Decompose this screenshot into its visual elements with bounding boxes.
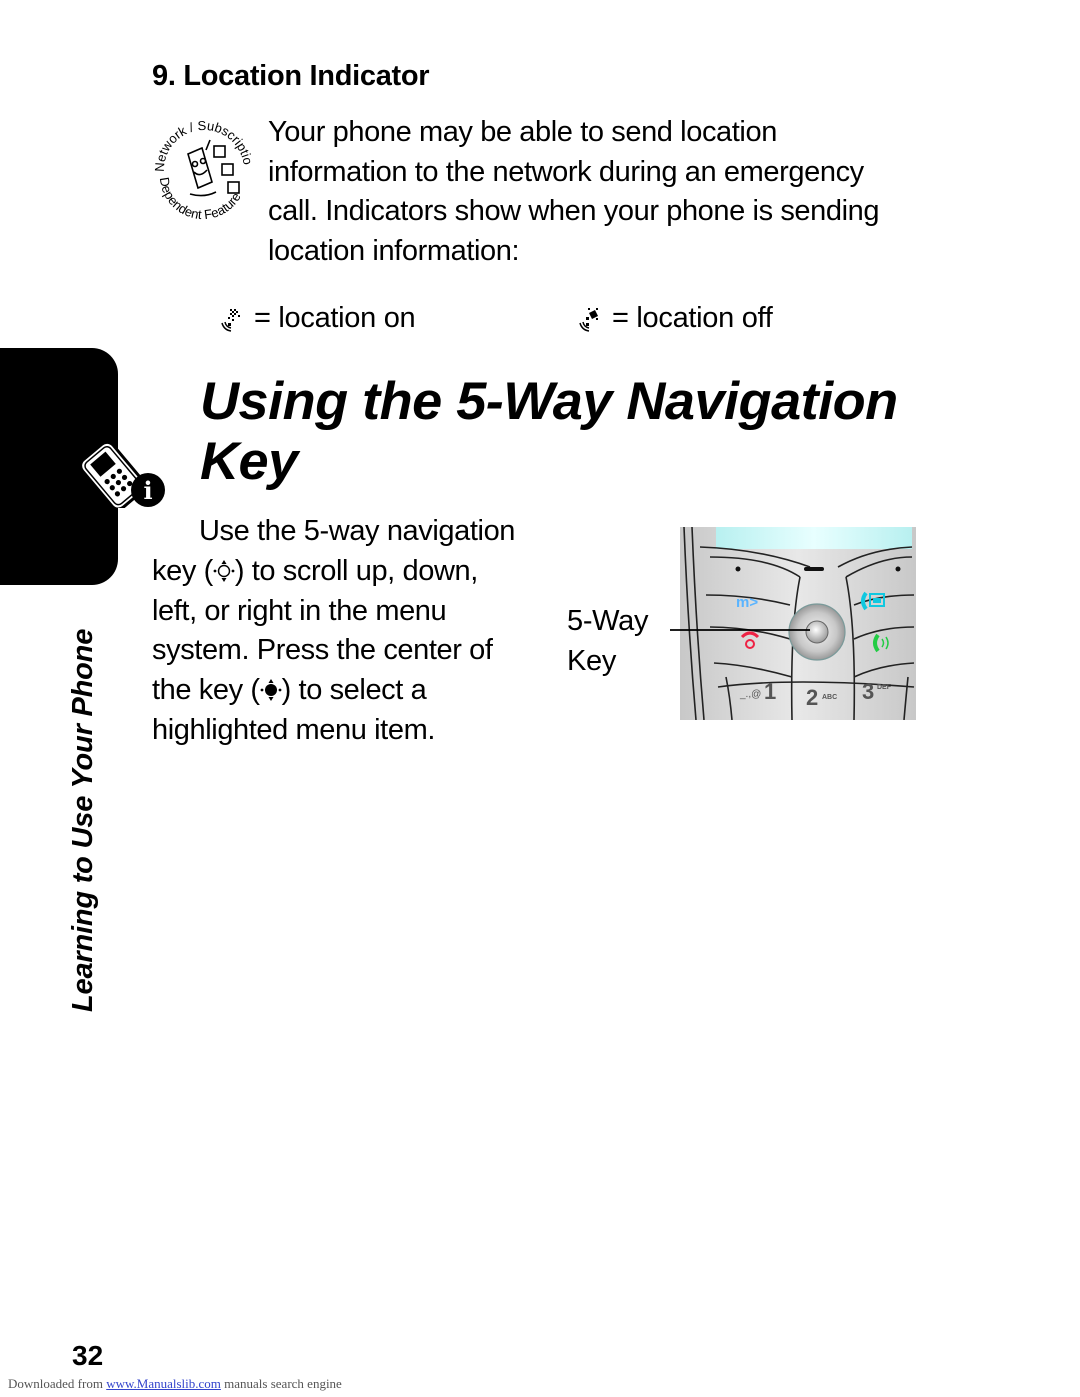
footer-suffix: manuals search engine	[220, 1376, 342, 1391]
five-way-key-callout: 5-Way Key	[567, 602, 649, 681]
svg-text:i: i	[143, 476, 152, 505]
nav-key-center	[805, 620, 829, 644]
footer-prefix: Downloaded from	[8, 1376, 107, 1391]
callout-line: 5-Way	[567, 605, 649, 637]
intro-line: Your phone may be able to send location	[268, 116, 777, 148]
nav-key-scroll-icon	[213, 559, 235, 582]
body-line: system. Press the center of	[152, 634, 493, 667]
key-2-sub: ABC	[822, 694, 837, 701]
legend-location-off: = location off	[576, 302, 773, 335]
phone-keypad-illustration: m> _.,@ 1 2 ABC 3 DEF	[670, 527, 916, 720]
body-line: left, or right in the menu	[152, 594, 447, 627]
body-line: highlighted menu item.	[152, 713, 435, 746]
title-line: Using the 5-Way Navigation	[200, 372, 898, 431]
key-3-label: 3	[862, 679, 874, 704]
body-line: Use the 5-way navigation	[199, 515, 516, 547]
legend-label: = location off	[612, 302, 773, 334]
key-1-sub: _.,@	[739, 689, 761, 700]
page-number: 32	[72, 1340, 104, 1371]
download-footer: Downloaded from www.Manualslib.com manua…	[8, 1376, 342, 1392]
page-title: Using the 5-Way Navigation Key	[200, 372, 975, 492]
legend-label: = location on	[254, 302, 416, 334]
svg-text:Dependent Feature: Dependent Feature	[157, 176, 244, 222]
network-subscription-dependent-feature-icon: Network / Subscription Dependent Feature	[150, 112, 256, 222]
phone-info-icon: i	[79, 432, 165, 508]
body-text-fragment: ) to scroll up, down,	[234, 554, 478, 587]
location-off-icon	[579, 307, 598, 332]
body-line: the key ( ) to select a	[152, 671, 552, 711]
chapter-side-caption: Learning to Use Your Phone	[67, 628, 99, 1012]
title-line: Key	[200, 432, 298, 491]
intro-line: location information:	[268, 234, 520, 267]
menu-key-label: m>	[736, 594, 758, 611]
manualslib-link[interactable]: www.Manualslib.com	[106, 1376, 221, 1391]
legend-location-on: = location on	[218, 302, 416, 335]
body-text-fragment: key (	[152, 554, 213, 587]
intro-line: information to the network during an eme…	[268, 155, 864, 188]
key-2-label: 2	[806, 685, 818, 710]
body-text-fragment: ) to select a	[281, 674, 427, 707]
badge-bottom-text: Dependent Feature	[157, 176, 244, 222]
location-intro-paragraph: Your phone may be able to send location …	[268, 113, 948, 271]
key-3-sub: DEF	[877, 684, 892, 691]
section-heading: 9. Location Indicator	[152, 60, 430, 92]
location-on-icon	[221, 308, 240, 332]
nav-key-select-icon	[260, 679, 282, 702]
callout-line: Key	[567, 644, 617, 677]
nav-key-paragraph: Use the 5-way navigation key ( ) to scro…	[152, 512, 552, 751]
body-line: key ( ) to scroll up, down,	[152, 552, 552, 592]
key-1-label: 1	[764, 679, 776, 704]
body-text-fragment: the key (	[152, 674, 260, 707]
intro-line: call. Indicators show when your phone is…	[268, 195, 880, 227]
